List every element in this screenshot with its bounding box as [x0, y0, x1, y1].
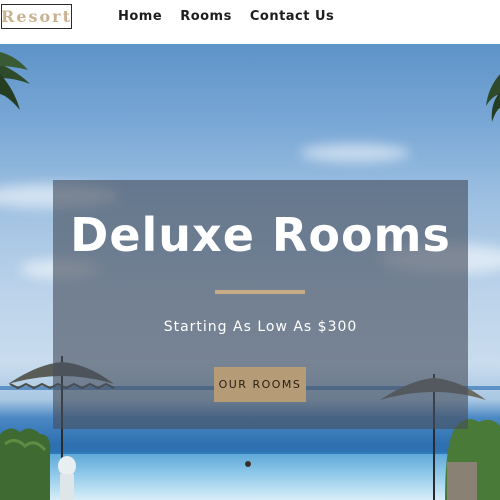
hero-subtitle: Starting As Low As $300 — [163, 319, 358, 335]
swimmer-icon — [245, 461, 251, 467]
our-rooms-button[interactable]: OUR ROOMS — [214, 367, 306, 402]
nav-link-home[interactable]: Home — [118, 9, 162, 24]
cloud — [300, 144, 410, 162]
bush-icon — [0, 428, 51, 500]
palm-tree-icon — [0, 52, 30, 110]
palm-tree-icon — [486, 74, 500, 122]
statue-icon — [58, 456, 76, 500]
navbar: Resort Home Rooms Contact Us — [0, 0, 500, 44]
title-divider — [215, 290, 305, 294]
hero-title: Deluxe Rooms — [70, 208, 451, 262]
nav-links: Home Rooms Contact Us — [118, 9, 334, 24]
nav-link-contact-us[interactable]: Contact Us — [250, 9, 334, 24]
logo[interactable]: Resort — [1, 4, 72, 29]
nav-link-rooms[interactable]: Rooms — [180, 9, 232, 24]
hero-overlay-card: Deluxe Rooms Starting As Low As $300 OUR… — [53, 180, 468, 429]
